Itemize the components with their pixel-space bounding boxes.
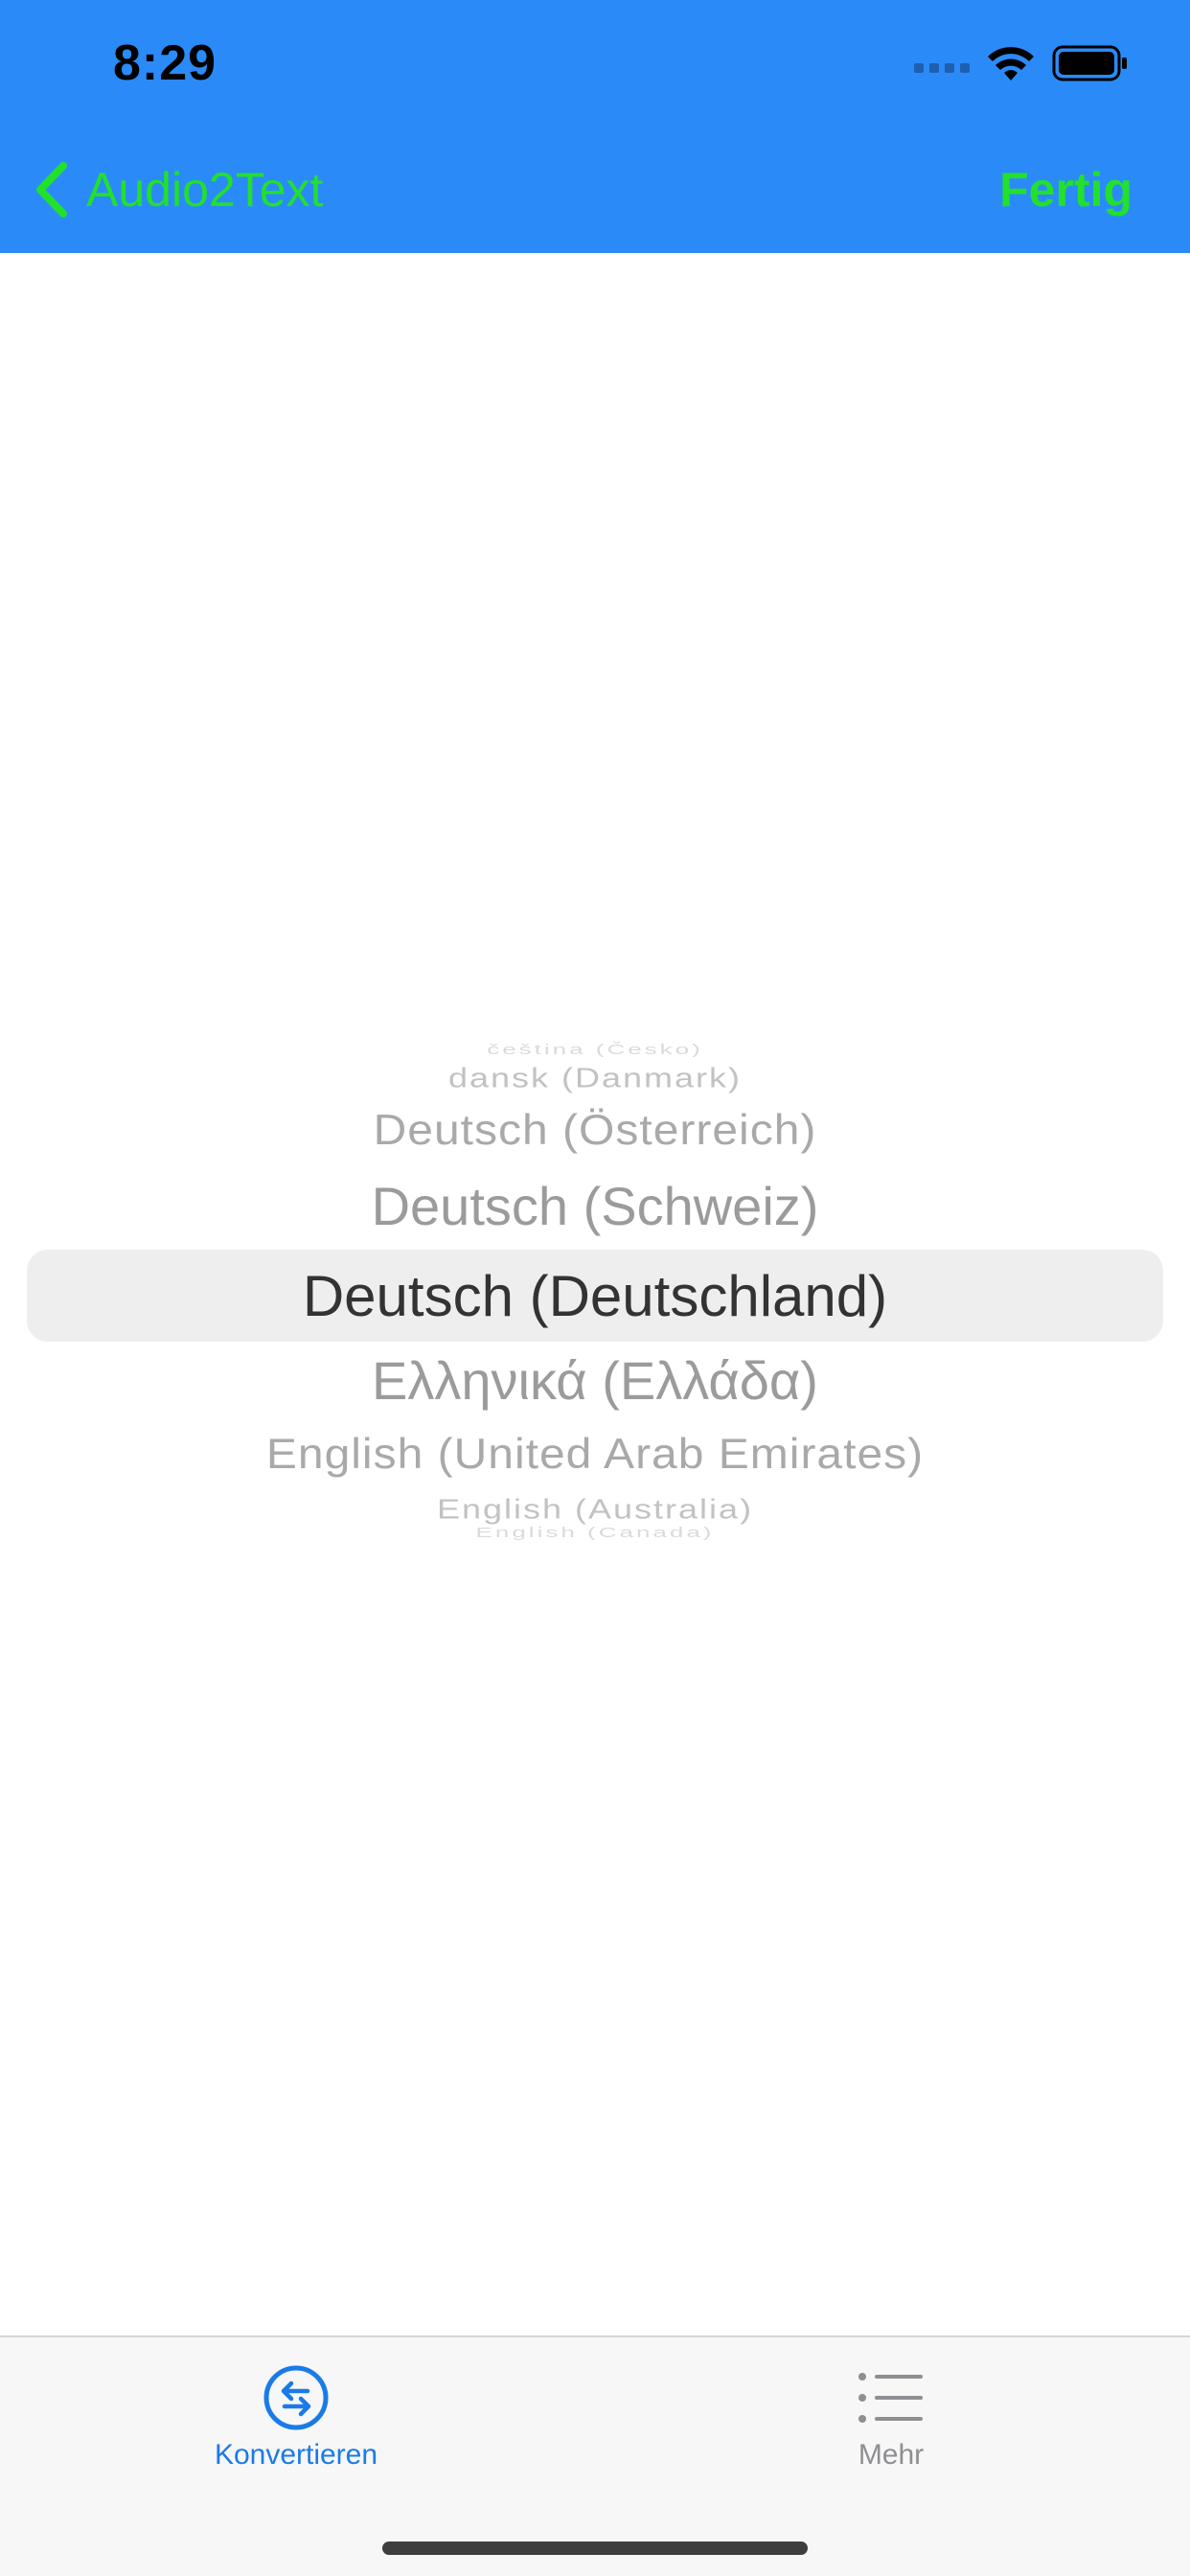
- picker-item[interactable]: čeština (Česko): [0, 1042, 1190, 1058]
- picker-item[interactable]: English (United Arab Emirates): [0, 1430, 1190, 1479]
- picker-item[interactable]: English (Australia): [0, 1493, 1190, 1526]
- wifi-icon: [988, 47, 1034, 80]
- done-button[interactable]: Fertig: [999, 155, 1133, 224]
- picker-item[interactable]: Deutsch (Schweiz): [0, 1175, 1190, 1237]
- tab-bar: Konvertieren Mehr: [0, 2335, 1190, 2576]
- app-screen: 8:29 Audio2Text Fertig čeština (Česko) d…: [0, 0, 1190, 2576]
- status-icons: [914, 42, 1129, 84]
- tab-mehr-label: Mehr: [858, 2439, 925, 2471]
- header: 8:29 Audio2Text Fertig: [0, 0, 1190, 253]
- chevron-left-icon: [36, 162, 67, 218]
- tab-mehr[interactable]: Mehr: [747, 2364, 1035, 2472]
- back-label: Audio2Text: [86, 163, 324, 217]
- cellular-signal-icon: [914, 63, 970, 73]
- status-time: 8:29: [113, 35, 217, 91]
- picker-item[interactable]: English (Canada): [0, 1525, 1190, 1541]
- list-icon: [858, 2373, 923, 2423]
- tab-konvertieren[interactable]: Konvertieren: [152, 2364, 440, 2472]
- tab-konvertieren-label: Konvertieren: [214, 2439, 378, 2471]
- back-button[interactable]: Audio2Text: [34, 155, 323, 224]
- home-indicator[interactable]: [382, 2542, 808, 2555]
- picker-item-selected[interactable]: Deutsch (Deutschland): [0, 1263, 1190, 1329]
- picker-item[interactable]: Deutsch (Österreich): [0, 1106, 1190, 1155]
- picker-item[interactable]: Ελληνικά (Ελλάδα): [0, 1349, 1190, 1412]
- battery-icon: [1052, 45, 1127, 81]
- picker-item[interactable]: dansk (Danmark): [0, 1062, 1190, 1094]
- arrows-exchange-icon: [263, 2365, 329, 2430]
- language-picker[interactable]: čeština (Česko) dansk (Danmark) Deutsch …: [0, 1016, 1190, 1552]
